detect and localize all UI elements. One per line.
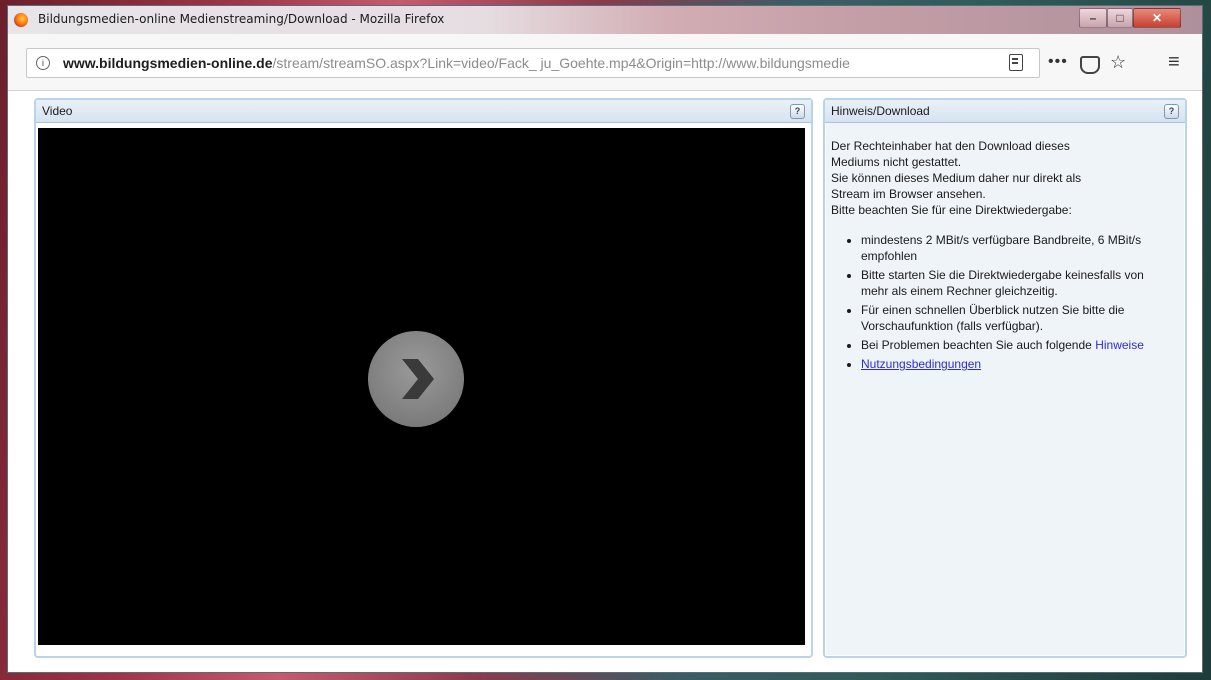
pocket-icon[interactable] bbox=[1080, 56, 1100, 74]
url-text[interactable]: www.bildungsmedien-online.de/stream/stre… bbox=[63, 55, 1003, 71]
site-info-icon[interactable]: i bbox=[36, 56, 50, 70]
minimize-icon: – bbox=[1089, 11, 1097, 25]
video-panel-title: Video bbox=[42, 104, 73, 118]
info-line: Der Rechteinhaber hat den Download diese… bbox=[831, 139, 1070, 153]
list-item: Für einen schnellen Überblick nutzen Sie… bbox=[861, 302, 1167, 334]
info-line: Mediums nicht gestattet. bbox=[831, 155, 962, 169]
close-icon: ✕ bbox=[1151, 11, 1163, 25]
info-panel: Hinweis/Download ? Der Rechteinhaber hat… bbox=[823, 98, 1187, 658]
url-domain: www.bildungsmedien-online.de bbox=[63, 55, 273, 71]
list-item: Bei Problemen beachten Sie auch folgende… bbox=[861, 337, 1167, 353]
maximize-icon: □ bbox=[1116, 11, 1124, 25]
close-button[interactable]: ✕ bbox=[1133, 8, 1181, 28]
info-text: Der Rechteinhaber hat den Download diese… bbox=[831, 138, 1167, 375]
navigation-bar: i www.bildungsmedien-online.de/stream/st… bbox=[8, 34, 1202, 91]
list-item-text: Für einen schnellen Überblick nutzen Sie… bbox=[861, 303, 1125, 333]
info-line: Sie können dieses Medium daher nur direk… bbox=[831, 171, 1082, 185]
video-panel-header: Video ? bbox=[36, 100, 811, 123]
video-panel: Video ? bbox=[34, 98, 813, 658]
list-item-text: Bei Problemen beachten Sie auch folgende bbox=[861, 338, 1092, 352]
info-panel-title: Hinweis/Download bbox=[831, 104, 930, 118]
url-bar[interactable]: i www.bildungsmedien-online.de/stream/st… bbox=[26, 48, 1040, 78]
list-item-text: mindestens 2 MBit/s verfügbare Bandbreit… bbox=[861, 233, 1142, 263]
maximize-button[interactable]: □ bbox=[1107, 8, 1133, 28]
list-item: Bitte starten Sie die Direktwiedergabe k… bbox=[861, 267, 1167, 299]
hinweise-link[interactable]: Hinweise bbox=[1095, 338, 1144, 352]
url-path: /stream/streamSO.aspx?Link=video/Fack_ j… bbox=[272, 55, 850, 71]
info-panel-header: Hinweis/Download ? bbox=[825, 100, 1185, 123]
list-item-text: Bitte starten Sie die Direktwiedergabe k… bbox=[861, 268, 1144, 298]
info-line: Bitte beachten Sie für eine Direktwieder… bbox=[831, 203, 1072, 217]
hamburger-menu-icon[interactable]: ≡ bbox=[1168, 48, 1180, 76]
play-button[interactable] bbox=[368, 331, 464, 427]
reader-view-icon[interactable] bbox=[1009, 54, 1023, 71]
help-icon[interactable]: ? bbox=[790, 104, 805, 119]
page-content: Video ? Hinweis/Download ? Der Rechteinh… bbox=[8, 91, 1202, 672]
minimize-button[interactable]: – bbox=[1079, 8, 1107, 28]
browser-window: Bildungsmedien-online Medienstreaming/Do… bbox=[8, 6, 1202, 672]
video-player[interactable] bbox=[38, 128, 805, 645]
list-item: Nutzungsbedingungen bbox=[861, 356, 1167, 372]
page-actions-icon[interactable]: ••• bbox=[1048, 48, 1068, 76]
play-chevron-icon bbox=[402, 359, 434, 399]
info-bullet-list: mindestens 2 MBit/s verfügbare Bandbreit… bbox=[831, 232, 1167, 372]
list-item: mindestens 2 MBit/s verfügbare Bandbreit… bbox=[861, 232, 1167, 264]
info-line: Stream im Browser ansehen. bbox=[831, 187, 986, 201]
bookmark-star-icon[interactable]: ☆ bbox=[1110, 48, 1126, 76]
title-bar: Bildungsmedien-online Medienstreaming/Do… bbox=[8, 6, 1202, 34]
help-icon[interactable]: ? bbox=[1164, 104, 1179, 119]
firefox-logo-icon bbox=[14, 13, 28, 27]
window-title: Bildungsmedien-online Medienstreaming/Do… bbox=[38, 12, 445, 26]
nutzungsbedingungen-link[interactable]: Nutzungsbedingungen bbox=[861, 357, 981, 371]
